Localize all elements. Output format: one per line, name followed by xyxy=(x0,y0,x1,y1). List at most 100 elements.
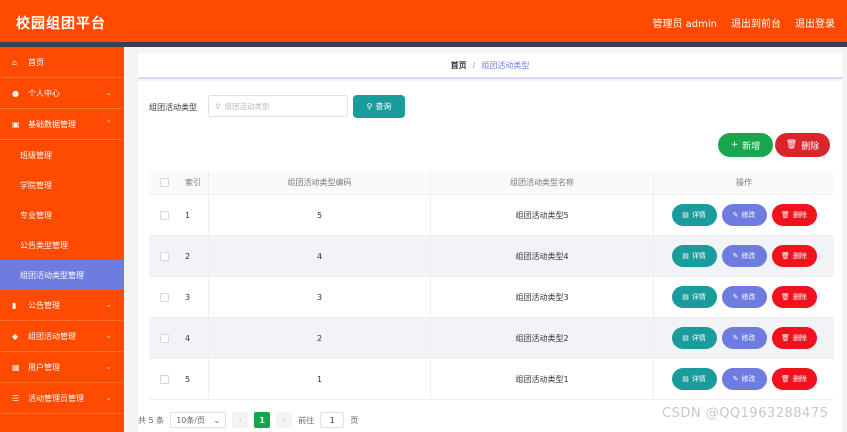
trash-icon: 🗑 xyxy=(781,211,790,219)
cell-code: 1 xyxy=(209,359,431,399)
select-all-checkbox[interactable] xyxy=(159,178,169,187)
header-name: 组团活动类型名称 xyxy=(431,171,654,194)
row-checkbox[interactable] xyxy=(159,292,169,302)
edit-button[interactable]: ✎ 修改 xyxy=(721,327,767,349)
watermark: CSDN @QQ1963288475 xyxy=(662,406,829,421)
main-area: 首页 / 组团活动类型 组团活动类型 ⚲ 组团活动类型 ⚲ 查询 + 新增 🗑 … xyxy=(124,47,847,432)
trash-icon: 🗑 xyxy=(781,375,790,383)
document-icon: ▤ xyxy=(682,211,689,219)
row-checkbox[interactable] xyxy=(159,210,169,220)
detail-label: 详情 xyxy=(691,375,706,383)
detail-label: 详情 xyxy=(691,252,706,260)
next-page-button[interactable]: › xyxy=(276,412,293,428)
cell-code: 2 xyxy=(209,318,431,358)
header-actions: 管理员 admin 退出到前台 退出登录 xyxy=(652,15,835,30)
page-number-current[interactable]: 1 xyxy=(254,412,271,428)
cell-name: 组团活动类型4 xyxy=(431,236,654,276)
breadcrumb: 首页 / 组团活动类型 xyxy=(138,53,842,79)
sidebar-item-home[interactable]: ⌂ 首页 xyxy=(0,47,124,78)
chevron-down-icon: ⌄ xyxy=(105,362,112,371)
detail-button[interactable]: ▤ 详情 xyxy=(671,327,717,349)
row-checkbox[interactable] xyxy=(159,251,169,261)
delete-button[interactable]: 🗑 删除 xyxy=(771,286,817,308)
search-icon: ⚲ xyxy=(366,102,373,111)
cell-name: 组团活动类型3 xyxy=(431,277,654,317)
search-input[interactable]: ⚲ 组团活动类型 xyxy=(208,95,348,117)
detail-label: 详情 xyxy=(691,211,706,219)
back-to-front-link[interactable]: 退出到前台 xyxy=(731,15,781,30)
sidebar-item-notice[interactable]: ▮ 公告管理 ⌄ xyxy=(0,290,124,321)
sidebar-item-activity-admins[interactable]: ☰ 活动管理员管理 ⌄ xyxy=(0,383,124,414)
delete-button[interactable]: 🗑 删除 xyxy=(771,327,817,349)
table-row: 3 3 组团活动类型3 ▤ 详情 ✎ 修改 🗑 删除 xyxy=(149,277,834,318)
edit-button[interactable]: ✎ 修改 xyxy=(721,286,767,308)
edit-button[interactable]: ✎ 修改 xyxy=(721,368,767,390)
chevron-down-icon: ⌄ xyxy=(105,331,112,340)
breadcrumb-home[interactable]: 首页 xyxy=(451,60,467,71)
document-icon: ▤ xyxy=(682,293,689,301)
document-icon: ▤ xyxy=(682,334,689,342)
cell-code: 4 xyxy=(209,236,431,276)
sidebar-item-activity[interactable]: ◆ 组团活动管理 ⌄ xyxy=(0,321,124,352)
breadcrumb-separator: / xyxy=(472,60,476,70)
sidebar-item-college[interactable]: 学院管理 xyxy=(0,170,124,200)
delete-label: 删除 xyxy=(792,293,807,301)
sidebar-item-basic-data[interactable]: ▣ 基础数据管理 ⌃ xyxy=(0,109,124,140)
page-size-select[interactable]: 10条/页 ⌄ xyxy=(170,412,227,428)
page-size-value: 10条/页 xyxy=(176,415,206,425)
add-button[interactable]: + 新增 xyxy=(718,133,773,157)
table-row: 1 5 组团活动类型5 ▤ 详情 ✎ 修改 🗑 删除 xyxy=(149,195,834,236)
detail-button[interactable]: ▤ 详情 xyxy=(671,245,717,267)
search-label: 组团活动类型 xyxy=(149,103,197,112)
edit-label: 修改 xyxy=(741,252,756,260)
pencil-icon: ✎ xyxy=(732,293,739,301)
sidebar: ⌂ 首页 ● 个人中心 ⌄ ▣ 基础数据管理 ⌃ 班级管理 学院管理 专业管理 … xyxy=(0,47,124,432)
trash-icon: 🗑 xyxy=(781,334,790,342)
trash-icon: 🗑 xyxy=(785,140,798,150)
chart-icon: ▮ xyxy=(12,300,17,310)
sidebar-item-notice-type[interactable]: 公告类型管理 xyxy=(0,230,124,260)
delete-button[interactable]: 🗑 删除 xyxy=(771,245,817,267)
table-row: 2 4 组团活动类型4 ▤ 详情 ✎ 修改 🗑 删除 xyxy=(149,236,834,277)
cell-index: 1 xyxy=(179,195,209,235)
sidebar-item-activity-type[interactable]: 组团活动类型管理 xyxy=(0,260,124,290)
goto-page-input[interactable]: 1 xyxy=(320,412,345,428)
sidebar-item-users[interactable]: ▦ 用户管理 ⌄ xyxy=(0,352,124,383)
query-button[interactable]: ⚲ 查询 xyxy=(353,95,405,118)
plus-icon: + xyxy=(730,140,739,150)
add-button-label: 新增 xyxy=(742,141,761,152)
delete-button[interactable]: 🗑 删除 xyxy=(771,368,817,390)
search-placeholder: 组团活动类型 xyxy=(224,101,270,111)
chevron-down-icon: ⌄ xyxy=(105,88,112,97)
row-checkbox[interactable] xyxy=(159,333,169,343)
detail-button[interactable]: ▤ 详情 xyxy=(671,286,717,308)
edit-button[interactable]: ✎ 修改 xyxy=(721,245,767,267)
sidebar-item-class[interactable]: 班级管理 xyxy=(0,140,124,170)
prev-page-button[interactable]: ‹ xyxy=(232,412,249,428)
detail-button[interactable]: ▤ 详情 xyxy=(671,204,717,226)
page-suffix: 页 xyxy=(350,415,359,425)
sidebar-item-label: 班级管理 xyxy=(20,150,52,160)
sidebar-item-label: 公告管理 xyxy=(28,300,60,310)
edit-button[interactable]: ✎ 修改 xyxy=(721,204,767,226)
delete-label: 删除 xyxy=(792,334,807,342)
edit-label: 修改 xyxy=(741,375,756,383)
sidebar-item-major[interactable]: 专业管理 xyxy=(0,200,124,230)
delete-button[interactable]: 🗑 删除 xyxy=(771,204,817,226)
trash-icon: 🗑 xyxy=(781,293,790,301)
batch-delete-button[interactable]: 🗑 删除 xyxy=(775,133,830,157)
row-checkbox[interactable] xyxy=(159,374,169,384)
data-table: 索引 组团活动类型编码 组团活动类型名称 操作 1 5 组团活动类型5 ▤ 详情 … xyxy=(149,171,834,400)
logout-link[interactable]: 退出登录 xyxy=(795,15,835,30)
detail-button[interactable]: ▤ 详情 xyxy=(671,368,717,390)
sidebar-item-profile[interactable]: ● 个人中心 ⌄ xyxy=(0,78,124,109)
chevron-down-icon: ⌄ xyxy=(105,393,112,402)
total-count: 共 5 条 xyxy=(138,415,165,425)
user-icon: ● xyxy=(12,88,19,98)
batch-delete-label: 删除 xyxy=(801,141,820,152)
delete-label: 删除 xyxy=(792,252,807,260)
detail-label: 详情 xyxy=(691,293,706,301)
document-icon: ▤ xyxy=(682,375,689,383)
top-bar: 校园组团平台 管理员 admin 退出到前台 退出登录 xyxy=(0,0,847,42)
trash-icon: 🗑 xyxy=(781,252,790,260)
